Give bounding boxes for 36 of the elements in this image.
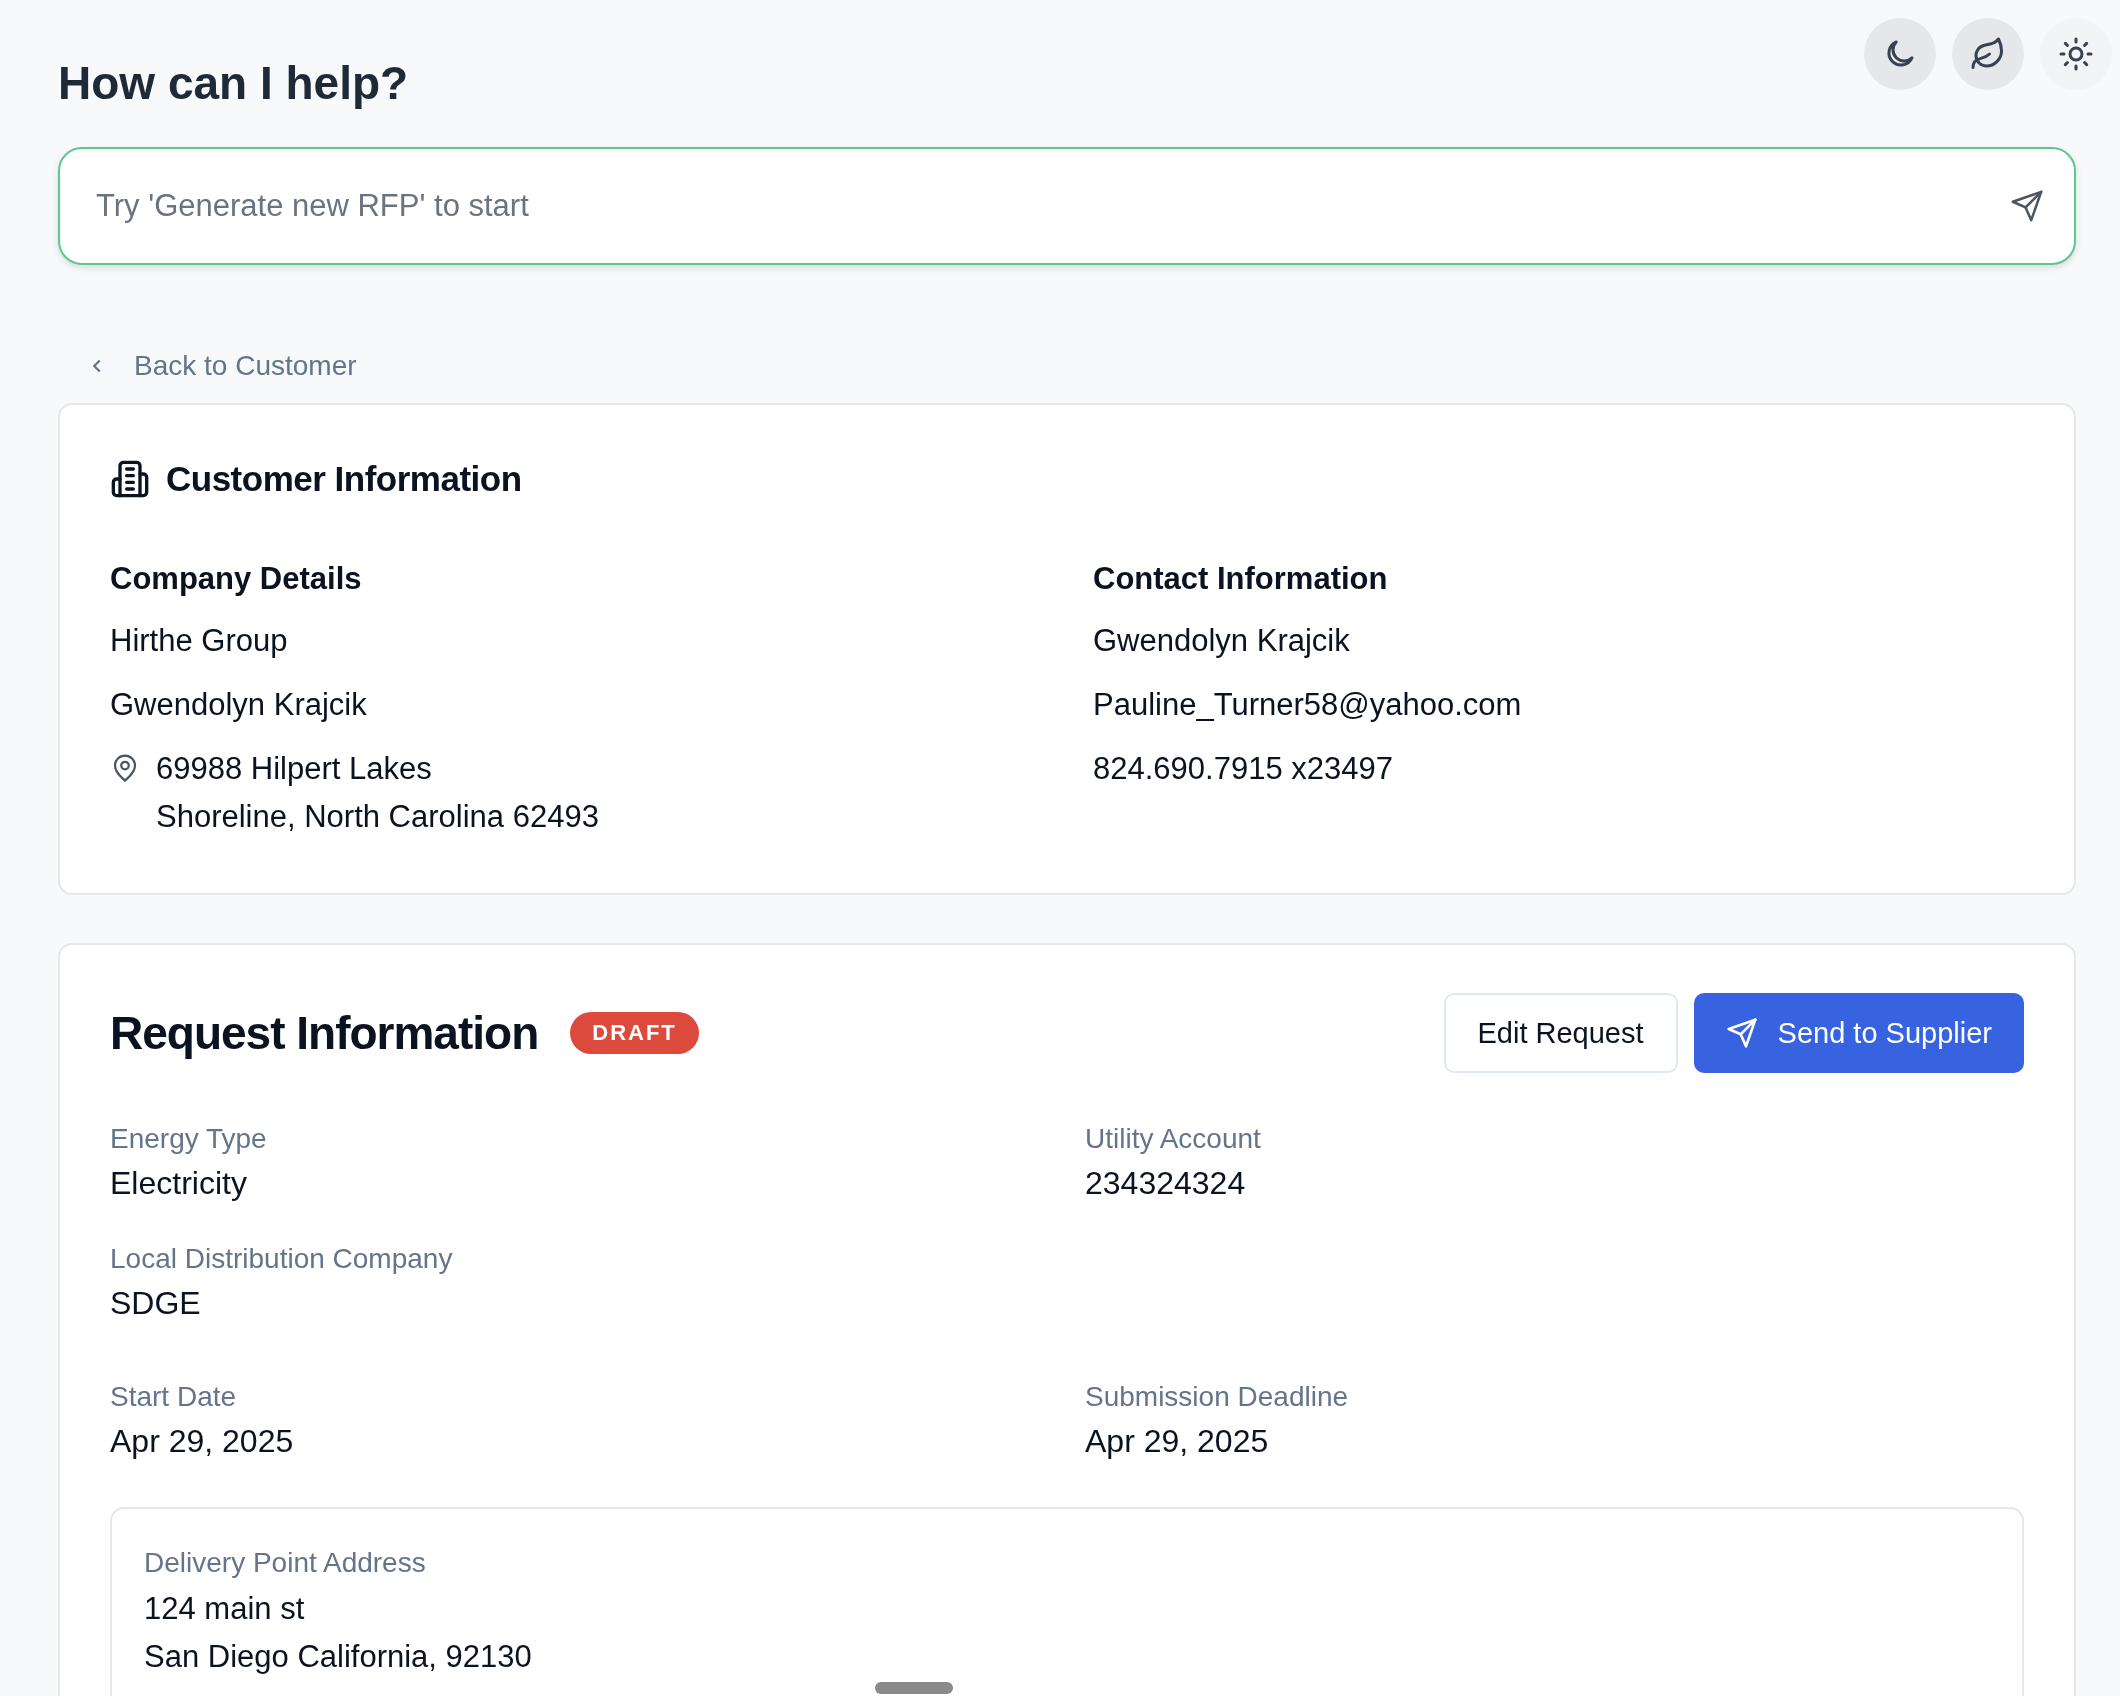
company-address: 69988 Hilpert Lakes Shoreline, North Carolina 62493 xyxy=(156,750,599,836)
page-title: How can I help? xyxy=(58,56,409,110)
building-icon xyxy=(110,459,150,499)
sun-icon xyxy=(2058,36,2094,72)
send-icon xyxy=(1725,1017,1758,1049)
drag-handle[interactable] xyxy=(875,1682,953,1694)
back-link-label[interactable]: Back to Customer xyxy=(134,347,357,385)
field-value: Apr 29, 2025 xyxy=(110,1422,295,1461)
status-badge: DRAFT xyxy=(570,1012,699,1054)
field-label: Local Distribution Company xyxy=(110,1242,454,1276)
edit-button[interactable]: Edit Request xyxy=(1443,993,1678,1073)
field-value: 234324324 xyxy=(1085,1164,1247,1203)
field-label: Start Date xyxy=(110,1380,238,1414)
card-title: Request Information xyxy=(110,1006,539,1060)
field-value: SDGE xyxy=(110,1284,202,1323)
section-heading: Contact Information xyxy=(1093,560,1389,598)
contact-detail: Gwendolyn Krajcik xyxy=(1093,622,1351,660)
field-value: Electricity xyxy=(110,1164,248,1203)
field-label: Energy Type xyxy=(110,1122,268,1156)
company-detail: Gwendolyn Krajcik xyxy=(110,686,368,724)
field-label: Utility Account xyxy=(1085,1122,1262,1156)
delivery-address: 124 main st San Diego California, 92130 xyxy=(144,1590,532,1676)
contact-detail: Pauline_Turner58@yahoo.com xyxy=(1093,686,1523,724)
back-link[interactable]: Back to Customer xyxy=(86,347,357,385)
field-label: Delivery Point Address xyxy=(144,1546,427,1580)
card-title: Customer Information xyxy=(166,459,522,499)
field-value: Apr 29, 2025 xyxy=(1085,1422,1270,1461)
field-label: Submission Deadline xyxy=(1085,1380,1350,1414)
contact-detail: 824.690.7915 x23497 xyxy=(1093,750,1394,788)
send-icon[interactable] xyxy=(2010,189,2044,223)
send-button[interactable]: Send to Supplier xyxy=(1693,993,2024,1073)
company-detail: Hirthe Group xyxy=(110,622,289,660)
prompt-input[interactable]: Try 'Generate new RFP' to start xyxy=(94,187,2010,225)
prompt-field[interactable]: Try 'Generate new RFP' to start xyxy=(58,147,2076,265)
section-heading: Company Details xyxy=(110,560,363,598)
leaf-icon xyxy=(1970,36,2006,72)
